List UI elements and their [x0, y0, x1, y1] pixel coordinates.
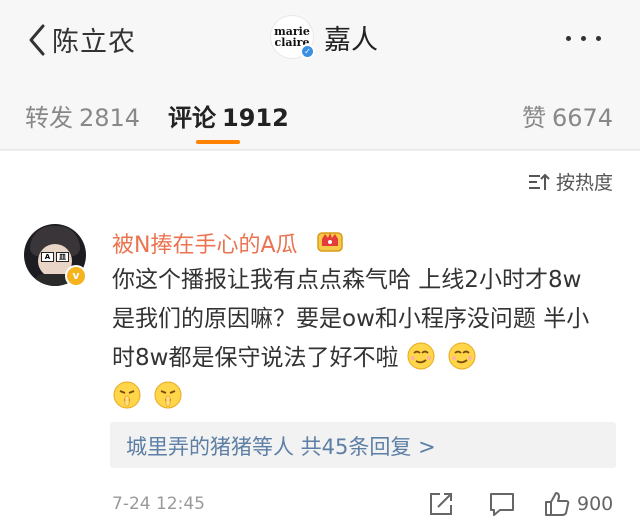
tab-bar: 转发 2814 评论 1912 赞 6674: [0, 78, 640, 150]
back-button[interactable]: 陈立农: [28, 20, 136, 59]
chevron-left-icon: [29, 24, 45, 55]
tab-likes-label: 赞: [522, 104, 546, 132]
smug-emoji: [448, 342, 476, 370]
thumbs-up-icon: [545, 492, 570, 516]
account-header[interactable]: marie claire ✓ 嘉人: [270, 15, 378, 59]
comment-icon: [490, 493, 514, 516]
back-label: 陈立农: [52, 27, 136, 58]
comment-body: 你这个播报让我有点点森气哈 上线2小时才8w 是我们的原因嘛？要是ow和小程序没…: [112, 267, 590, 371]
crown-badge-icon: [317, 232, 343, 252]
page-title: 嘉人: [324, 24, 378, 56]
top-nav-bar: 陈立农 marie claire ✓ 嘉人: [0, 0, 640, 78]
shush-emoji: [113, 381, 141, 409]
more-dots-icon[interactable]: [566, 36, 601, 41]
sort-label: 按热度: [556, 172, 614, 194]
replies-summary-text: 城里弄的猪猪等人 共45条回复 >: [126, 435, 436, 459]
verified-badge-icon: v: [65, 265, 87, 287]
tab-repost-count: 2814: [79, 104, 141, 132]
tab-comments[interactable]: 评论 1912: [168, 98, 289, 133]
like-button[interactable]: 900: [543, 491, 613, 517]
comment-username[interactable]: 被N捧在手心的A瓜: [112, 227, 298, 259]
verified-badge-icon: ✓: [300, 44, 315, 59]
comment-list: 按热度 A 皿 v 被N捧在手心的A瓜 你这个播报让我有点点森气哈 上线2小时才…: [0, 151, 640, 517]
avatar-tag-left: A: [41, 252, 54, 262]
avatar-tag-right: 皿: [56, 252, 69, 262]
shush-emoji: [154, 381, 182, 409]
tab-comments-count: 1912: [222, 104, 289, 132]
tab-repost-label: 转发: [25, 104, 73, 132]
tab-repost[interactable]: 转发 2814: [25, 98, 140, 133]
smug-emoji: [407, 342, 435, 370]
sort-icon: [529, 173, 550, 190]
share-button[interactable]: [428, 491, 454, 517]
brand-avatar[interactable]: marie claire ✓: [270, 15, 315, 59]
like-count: 900: [577, 493, 614, 515]
tab-likes[interactable]: 赞 6674: [522, 98, 613, 133]
share-icon: [430, 493, 452, 515]
comment-button[interactable]: [488, 491, 516, 517]
replies-summary[interactable]: 城里弄的猪猪等人 共45条回复 >: [110, 422, 616, 468]
comment-timestamp: 7-24 12:45: [112, 494, 205, 514]
comment-text: 你这个播报让我有点点森气哈 上线2小时才8w 是我们的原因嘛？要是ow和小程序没…: [112, 261, 602, 417]
active-tab-indicator: [196, 140, 240, 144]
tab-comments-label: 评论: [168, 104, 216, 132]
tab-likes-count: 6674: [552, 104, 614, 132]
sort-button[interactable]: 按热度: [528, 168, 613, 195]
